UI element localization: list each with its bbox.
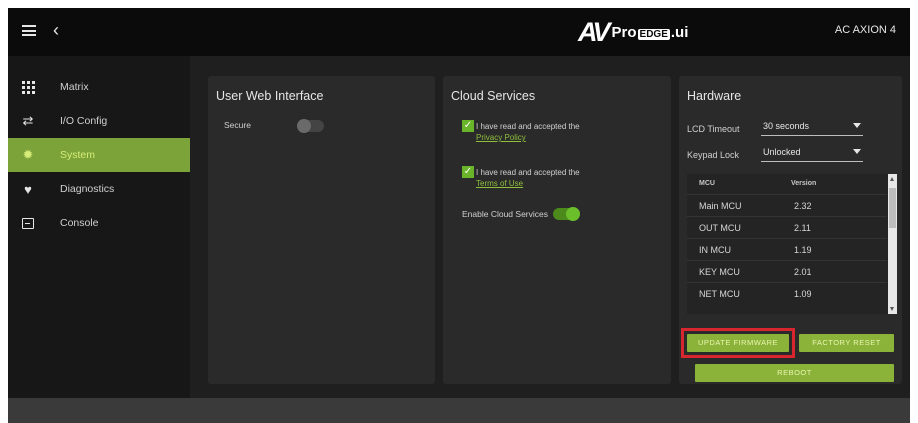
panel-title: User Web Interface [216, 89, 324, 103]
sidebar-item-label: System [60, 149, 96, 161]
main-content: User Web Interface Secure Cloud Services… [190, 56, 910, 398]
lcd-timeout-select[interactable]: 30 seconds [761, 120, 863, 136]
cloud-services-panel: Cloud Services ✓ I have read and accepte… [443, 76, 671, 384]
mcu-name: OUT MCU [699, 223, 741, 233]
grid-icon [21, 80, 35, 94]
keypad-lock-value: Unlocked [763, 147, 801, 157]
lcd-timeout-label: LCD Timeout [687, 124, 740, 134]
hardware-panel: Hardware LCD Timeout 30 seconds Keypad L… [679, 76, 902, 384]
top-bar: ‹ AV Pro EDGE .ui AC AXION 4 [8, 8, 910, 56]
terms-of-use-link[interactable]: Terms of Use [476, 179, 523, 188]
sidebar-item-label: Matrix [60, 81, 89, 93]
keypad-lock-select[interactable]: Unlocked [761, 146, 863, 162]
reboot-button[interactable]: REBOOT [695, 364, 894, 382]
mcu-version: 2.01 [794, 267, 812, 277]
mcu-version: 1.09 [794, 289, 812, 299]
mcu-version: 2.11 [794, 223, 811, 233]
scroll-down-icon[interactable] [890, 307, 894, 311]
logo-mark: AV [578, 16, 610, 47]
panel-title: Hardware [687, 89, 742, 103]
sidebar-item-diagnostics[interactable]: ♥ Diagnostics [8, 172, 190, 206]
mcu-name: KEY MCU [699, 267, 740, 277]
column-header-mcu: MCU [699, 180, 715, 187]
keypad-lock-label: Keypad Lock [687, 150, 740, 160]
column-header-version: Version [791, 180, 817, 187]
table-row: KEY MCU 2.01 [687, 260, 887, 282]
web-interface-panel: User Web Interface Secure [208, 76, 435, 384]
table-row: NET MCU 1.09 [687, 282, 887, 304]
sidebar-item-label: I/O Config [60, 115, 108, 127]
enable-cloud-label: Enable Cloud Services [462, 209, 548, 219]
privacy-checkbox[interactable]: ✓ [462, 120, 474, 132]
footer-bar [8, 398, 910, 423]
chevron-down-icon [853, 149, 861, 154]
table-row: OUT MCU 2.11 [687, 216, 887, 238]
secure-toggle[interactable] [297, 119, 324, 133]
privacy-policy-link[interactable]: Privacy Policy [476, 133, 526, 142]
privacy-statement: I have read and accepted the Privacy Pol… [476, 121, 580, 143]
table-row: Main MCU 2.32 [687, 194, 887, 216]
logo: AV Pro EDGE .ui [578, 16, 689, 47]
factory-reset-button[interactable]: FACTORY RESET [799, 334, 894, 352]
sidebar-item-system[interactable]: ✹ System [8, 138, 190, 172]
logo-text-pre: Pro [611, 23, 637, 41]
logo-text: Pro EDGE .ui [612, 24, 689, 41]
secure-label: Secure [224, 120, 251, 130]
back-icon[interactable]: ‹ [53, 20, 59, 40]
sidebar-item-label: Diagnostics [60, 183, 115, 195]
device-name: AC AXION 4 [834, 24, 896, 36]
sidebar-item-io-config[interactable]: ⇄ I/O Config [8, 104, 190, 138]
sidebar-item-matrix[interactable]: Matrix [8, 70, 190, 104]
logo-text-post: .ui [670, 23, 689, 41]
privacy-text: I have read and accepted the [476, 122, 580, 131]
update-firmware-button[interactable]: UPDATE FIRMWARE [687, 334, 789, 352]
terms-statement: I have read and accepted the Terms of Us… [476, 167, 580, 189]
logo-text-badge: EDGE [637, 28, 670, 40]
mcu-name: NET MCU [699, 289, 740, 299]
sidebar: Matrix ⇄ I/O Config ✹ System ♥ Diagnosti… [8, 56, 190, 398]
arrows-icon: ⇄ [22, 113, 34, 128]
sidebar-item-label: Console [60, 217, 99, 229]
mcu-name: Main MCU [699, 201, 742, 211]
terms-text: I have read and accepted the [476, 168, 580, 177]
table-row: IN MCU 1.19 [687, 238, 887, 260]
enable-cloud-toggle[interactable] [553, 207, 580, 221]
mcu-version-table: MCU Version Main MCU 2.32 OUT MCU 2.11 I… [687, 174, 897, 314]
panel-title: Cloud Services [451, 89, 536, 103]
table-scrollbar[interactable] [888, 174, 897, 314]
console-icon [21, 216, 35, 230]
mcu-version: 2.32 [794, 201, 812, 211]
mcu-version: 1.19 [794, 245, 812, 255]
scroll-up-icon[interactable] [890, 177, 894, 181]
terms-checkbox[interactable]: ✓ [462, 166, 474, 178]
table-header: MCU Version [687, 174, 887, 194]
mcu-name: IN MCU [699, 245, 731, 255]
lcd-timeout-value: 30 seconds [763, 121, 810, 131]
menu-icon[interactable] [22, 25, 36, 36]
app-window: ‹ AV Pro EDGE .ui AC AXION 4 Matrix ⇄ I/O … [8, 8, 910, 423]
scrollbar-thumb[interactable] [889, 188, 896, 228]
heart-icon: ♥ [24, 181, 32, 197]
chevron-down-icon [853, 123, 861, 128]
gear-icon: ✹ [22, 147, 34, 162]
sidebar-item-console[interactable]: Console [8, 206, 190, 240]
